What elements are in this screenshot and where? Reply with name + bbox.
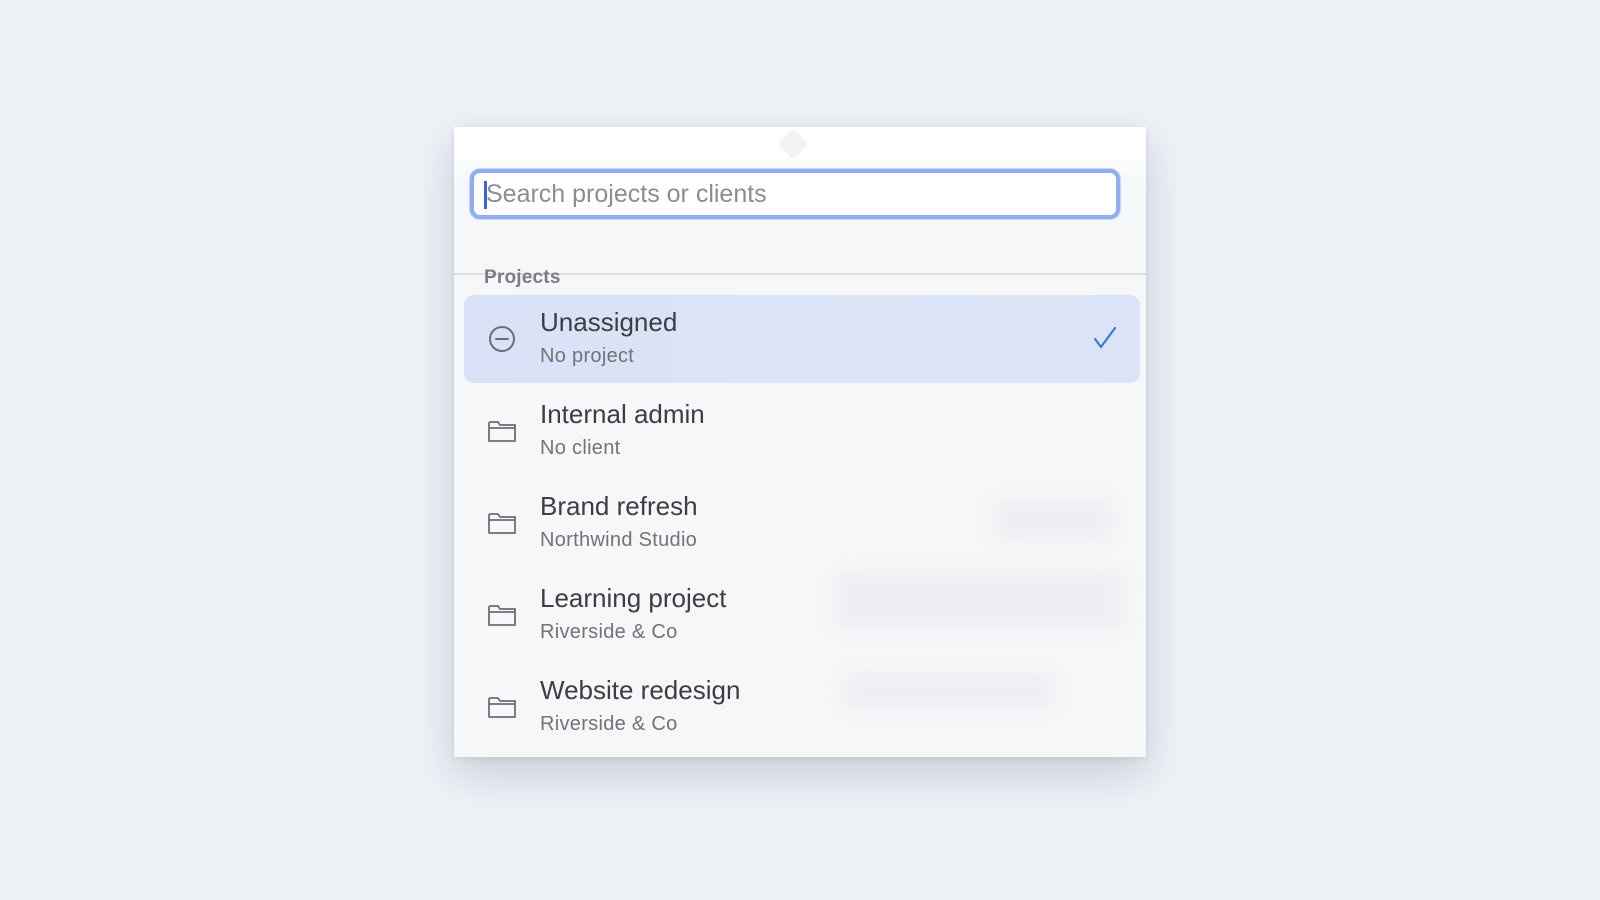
search-input[interactable] <box>484 173 1106 215</box>
project-subtitle: Riverside & Co <box>540 713 678 735</box>
search-field[interactable] <box>470 169 1120 219</box>
project-item-website-redesign[interactable]: Website redesign Riverside & Co <box>464 663 1140 751</box>
project-subtitle: No project <box>540 345 635 367</box>
search-area <box>454 153 1146 275</box>
checkmark-icon <box>1090 323 1120 353</box>
text-caret <box>484 181 487 209</box>
project-item-brand-refresh[interactable]: Brand refresh Northwind Studio <box>464 479 1140 567</box>
project-title: Brand refresh <box>540 491 698 521</box>
minus-circle-icon <box>486 323 518 355</box>
project-subtitle: No client <box>540 437 621 459</box>
folder-icon <box>486 691 518 723</box>
section-label-projects: Projects <box>484 267 561 288</box>
blurred-background-element <box>844 671 1054 711</box>
folder-icon <box>486 599 518 631</box>
project-title: Unassigned <box>540 307 678 337</box>
project-picker-popover: Projects Unassigned No project <box>454 127 1146 757</box>
project-title: Internal admin <box>540 399 705 429</box>
blurred-background-element <box>834 571 1124 631</box>
project-item-unassigned[interactable]: Unassigned No project <box>464 295 1140 383</box>
project-subtitle: Northwind Studio <box>540 529 698 551</box>
project-item-internal-admin[interactable]: Internal admin No client <box>464 387 1140 475</box>
folder-icon <box>486 507 518 539</box>
blurred-background-element <box>994 497 1114 541</box>
project-title: Learning project <box>540 583 727 613</box>
project-title: Website redesign <box>540 675 741 705</box>
folder-icon <box>486 415 518 447</box>
project-item-learning-project[interactable]: Learning project Riverside & Co <box>464 571 1140 659</box>
project-subtitle: Riverside & Co <box>540 621 678 643</box>
